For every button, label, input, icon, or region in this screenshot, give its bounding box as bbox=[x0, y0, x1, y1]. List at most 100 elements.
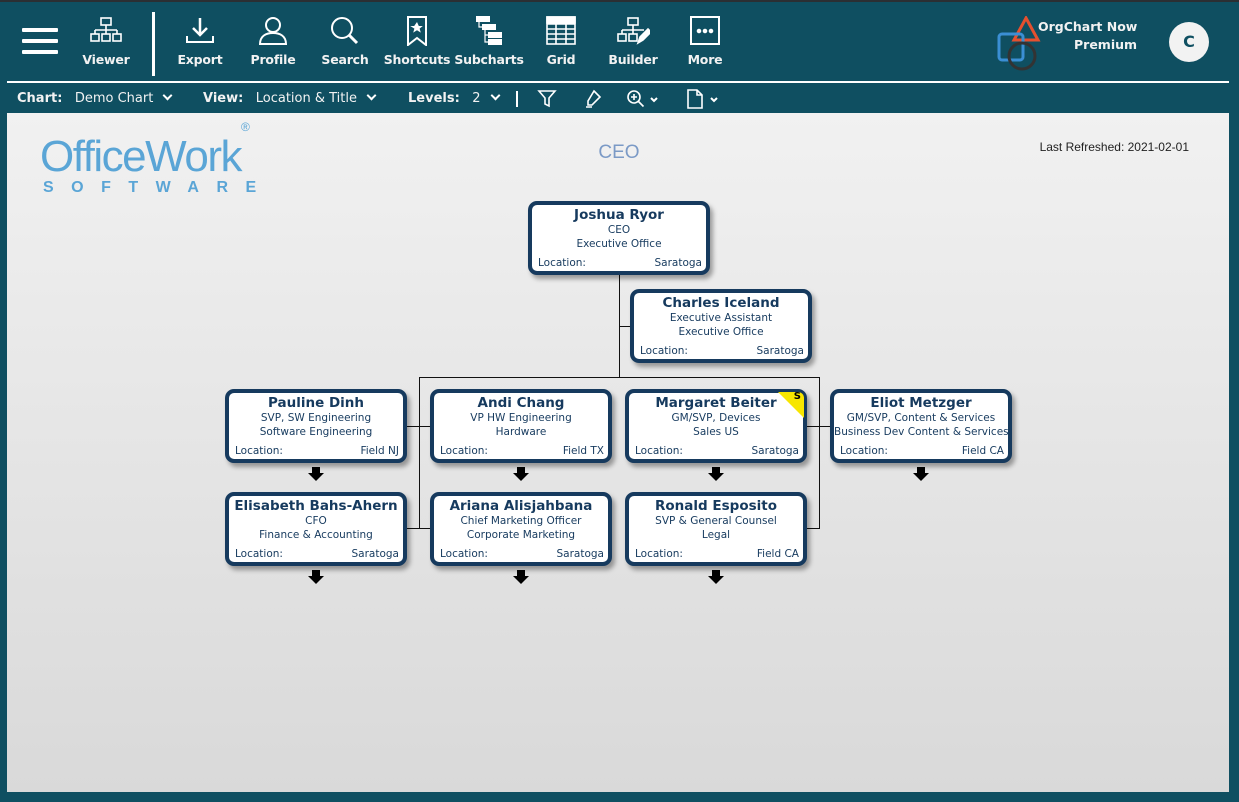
export-button[interactable]: Export bbox=[165, 16, 235, 67]
card-title: SVP & General Counsel bbox=[655, 515, 777, 527]
expand-down-arrow-icon[interactable] bbox=[513, 570, 529, 584]
card-department: Sales US bbox=[693, 426, 739, 438]
card-name: Pauline Dinh bbox=[267, 395, 365, 411]
chevron-down-icon bbox=[366, 90, 377, 101]
connector-line bbox=[619, 271, 620, 378]
org-card[interactable]: Elisabeth Bahs-Ahern CFO Finance & Accou… bbox=[225, 492, 407, 566]
card-name: Ariana Alisjahbana bbox=[449, 498, 593, 514]
chart-select-value: Demo Chart bbox=[74, 91, 154, 106]
card-department: Finance & Accounting bbox=[259, 529, 373, 541]
org-card[interactable]: Pauline Dinh SVP, SW Engineering Softwar… bbox=[225, 389, 407, 463]
org-card[interactable]: Eliot Metzger GM/SVP, Content & Services… bbox=[830, 389, 1012, 463]
view-selector[interactable]: View: Location & Title bbox=[203, 90, 377, 106]
card-location: Field TX bbox=[562, 445, 604, 457]
grid-button[interactable]: Grid bbox=[526, 16, 596, 67]
logo-sub-text: SOFTWARE bbox=[43, 179, 274, 196]
levels-selector[interactable]: Levels: 2 bbox=[408, 90, 501, 106]
card-name: Charles Iceland bbox=[662, 295, 780, 311]
shortcuts-label: Shortcuts bbox=[383, 52, 451, 67]
shortcuts-button[interactable]: Shortcuts bbox=[382, 16, 452, 67]
card-title: Chief Marketing Officer bbox=[460, 515, 582, 527]
zoom-button[interactable] bbox=[626, 89, 662, 113]
search-button[interactable]: Search bbox=[310, 16, 380, 67]
card-title: Executive Assistant bbox=[669, 312, 773, 324]
expand-down-arrow-icon[interactable] bbox=[913, 467, 929, 481]
card-location: Saratoga bbox=[751, 445, 800, 457]
subcharts-label: Subcharts bbox=[454, 52, 524, 67]
user-avatar[interactable]: C bbox=[1169, 22, 1209, 62]
chart-title: CEO bbox=[598, 142, 640, 163]
brand-name: OrgChart Now bbox=[1038, 19, 1138, 34]
expand-down-arrow-icon[interactable] bbox=[513, 467, 529, 481]
chart-select-label: Chart: bbox=[17, 91, 63, 106]
connector-line bbox=[419, 377, 420, 529]
card-location-label: Location: bbox=[840, 445, 888, 457]
download-icon bbox=[186, 18, 214, 43]
card-location-label: Location: bbox=[440, 445, 488, 457]
card-department: Software Engineering bbox=[259, 426, 373, 438]
expand-down-arrow-icon[interactable] bbox=[708, 467, 724, 481]
card-location-label: Location: bbox=[635, 548, 683, 560]
builder-icon bbox=[617, 17, 650, 45]
card-location: Field NJ bbox=[360, 445, 399, 457]
card-location: Saratoga bbox=[654, 257, 703, 269]
brand: OrgChart Now Premium bbox=[996, 14, 1138, 76]
export-label: Export bbox=[177, 52, 223, 67]
toolbar-separator bbox=[7, 81, 1229, 83]
org-card[interactable]: Ariana Alisjahbana Chief Marketing Offic… bbox=[430, 492, 612, 566]
card-location: Field CA bbox=[756, 548, 799, 560]
org-card[interactable]: Ronald Esposito SVP & General Counsel Le… bbox=[625, 492, 807, 566]
card-location-label: Location: bbox=[640, 345, 688, 357]
connector-line bbox=[405, 528, 433, 529]
org-card[interactable]: Joshua Ryor CEO Executive Office Locatio… bbox=[528, 201, 710, 275]
builder-button[interactable]: Builder bbox=[598, 16, 668, 67]
card-location-label: Location: bbox=[440, 548, 488, 560]
grid-label: Grid bbox=[546, 52, 576, 67]
profile-button[interactable]: Profile bbox=[238, 16, 308, 67]
card-location-label: Location: bbox=[235, 445, 283, 457]
viewer-button[interactable]: Viewer bbox=[71, 16, 141, 67]
view-select-label: View: bbox=[203, 91, 244, 106]
card-location: Saratoga bbox=[756, 345, 805, 357]
card-title: SVP, SW Engineering bbox=[260, 412, 372, 424]
zoom-icon bbox=[627, 90, 658, 108]
org-card[interactable]: Andi Chang VP HW Engineering Hardware Lo… bbox=[430, 389, 612, 463]
brand-tier: Premium bbox=[1074, 37, 1138, 52]
filter-button[interactable] bbox=[537, 89, 557, 113]
card-name: Joshua Ryor bbox=[574, 207, 664, 223]
connector-line bbox=[405, 426, 433, 427]
card-department: Executive Office bbox=[576, 238, 662, 250]
connector-line bbox=[819, 377, 820, 529]
subcharts-button[interactable]: Subcharts bbox=[454, 16, 524, 67]
connector-line bbox=[803, 426, 831, 427]
officework-logo: OfficeWork® SOFTWARE bbox=[40, 121, 274, 197]
expand-down-arrow-icon[interactable] bbox=[708, 570, 724, 584]
card-department: Corporate Marketing bbox=[466, 529, 576, 541]
org-card[interactable]: Charles Iceland Executive Assistant Exec… bbox=[630, 289, 812, 363]
card-location: Saratoga bbox=[351, 548, 400, 560]
expand-down-arrow-icon[interactable] bbox=[308, 467, 324, 481]
builder-label: Builder bbox=[608, 52, 658, 67]
card-department: Business Dev Content & Services bbox=[834, 426, 1009, 438]
chart-selector[interactable]: Chart: Demo Chart bbox=[17, 90, 173, 106]
card-department: Hardware bbox=[495, 426, 547, 438]
highlighter-icon bbox=[586, 89, 602, 108]
badge-letter: S bbox=[793, 392, 801, 402]
org-card[interactable]: S Margaret Beiter GM/SVP, Devices Sales … bbox=[625, 389, 807, 463]
connector-line bbox=[419, 377, 819, 378]
more-icon bbox=[690, 16, 720, 45]
search-icon bbox=[331, 17, 359, 45]
highlight-button[interactable] bbox=[582, 89, 602, 113]
chart-options-bar: Chart: Demo Chart View: Location & Title… bbox=[7, 84, 1229, 113]
card-name: Andi Chang bbox=[477, 395, 565, 411]
org-chart-icon bbox=[90, 17, 122, 42]
chevron-down-icon bbox=[162, 90, 173, 101]
card-title: GM/SVP, Content & Services bbox=[846, 412, 996, 424]
expand-down-arrow-icon[interactable] bbox=[308, 570, 324, 584]
hamburger-menu-icon[interactable] bbox=[22, 28, 58, 58]
page-button[interactable] bbox=[685, 89, 721, 113]
card-department: Legal bbox=[701, 529, 731, 541]
toolbar-divider bbox=[152, 12, 155, 76]
more-button[interactable]: More bbox=[670, 16, 740, 67]
filter-icon bbox=[537, 90, 557, 108]
